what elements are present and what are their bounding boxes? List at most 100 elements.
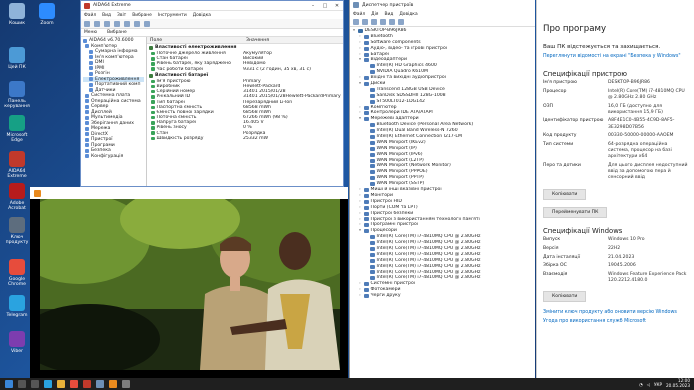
forward-icon[interactable]: [362, 19, 368, 25]
devmgr-menu-item[interactable]: Дія: [371, 12, 378, 17]
aida-menu-item[interactable]: Довідка: [193, 13, 211, 18]
properties-icon[interactable]: [371, 19, 377, 25]
spec-value: 16,0 ГБ (доступно для використання 15,9 …: [608, 103, 663, 115]
device-icon: [370, 235, 375, 240]
desktop-icon[interactable]: Zoom: [33, 3, 61, 26]
up-icon[interactable]: [104, 20, 110, 27]
explorer-taskbar-icon[interactable]: [57, 380, 65, 388]
desktop-icon[interactable]: Viber: [3, 331, 31, 354]
chart-icon[interactable]: [134, 20, 140, 27]
aida-tab[interactable]: Меню: [84, 30, 97, 35]
aida-menu-item[interactable]: Вибране: [132, 13, 152, 18]
back-icon[interactable]: [353, 19, 359, 25]
aida-tab[interactable]: Вибране: [107, 30, 127, 35]
rename-pc-button[interactable]: Перейменувати ПК: [543, 206, 608, 218]
device-icon: [364, 217, 369, 222]
settings-about-panel: Про програму Ваш ПК відстежується та зах…: [536, 0, 694, 378]
chevron-right-icon[interactable]: ›: [358, 293, 362, 299]
device-manager-window: Диспетчер пристроїв Файл Дія Вид Довідка ▾ D…: [349, 0, 535, 378]
desktop-icon[interactable]: Ключ продукту: [3, 217, 31, 245]
desktop-icon[interactable]: Google Chrome: [3, 259, 31, 287]
help-icon[interactable]: [380, 19, 386, 25]
chevron-down-icon[interactable]: ▾: [358, 81, 362, 87]
back-icon[interactable]: [84, 20, 90, 27]
clock[interactable]: 12:00 20.05.2023: [666, 379, 690, 388]
devmgr-toolbar: [350, 18, 535, 27]
wifi-icon[interactable]: ◔: [639, 382, 643, 387]
spec-key: ОЗП: [543, 103, 554, 109]
desktop-icon[interactable]: Кошик: [3, 3, 31, 26]
monitor-icon[interactable]: [398, 19, 404, 25]
spec-row: Збірка ОС 19045.2006: [543, 263, 688, 269]
desktop-icon[interactable]: Цей ПК: [3, 47, 31, 70]
refresh-icon[interactable]: [114, 20, 120, 27]
desktop-icon[interactable]: Adobe Acrobat: [3, 183, 31, 211]
devmgr-titlebar[interactable]: Диспетчер пристроїв: [350, 0, 535, 10]
copy-device-specs-button[interactable]: Копіювати: [543, 188, 587, 200]
tree-node-icon: [85, 121, 89, 126]
aida-titlebar[interactable]: AIDA64 Extreme – □ ✕: [81, 1, 343, 11]
aida-prop-row[interactable]: Швидкість розряду 25332 mW: [147, 136, 343, 141]
aida-menu-item[interactable]: Файл: [84, 13, 96, 18]
search-icon[interactable]: [18, 380, 26, 388]
tree-node-icon: [85, 99, 89, 104]
spec-row: Код продукту 00330-50000-00000-AAOEM: [543, 133, 688, 139]
scan-hardware-icon[interactable]: [389, 19, 395, 25]
chevron-down-icon[interactable]: ▾: [352, 28, 356, 34]
spec-key: Процесор: [543, 88, 567, 94]
close-icon[interactable]: ✕: [331, 3, 343, 9]
vlc-taskbar-icon[interactable]: [109, 380, 117, 388]
user-icon[interactable]: [124, 20, 130, 27]
chevron-down-icon[interactable]: ▾: [358, 228, 362, 234]
devmgr-taskbar-icon[interactable]: [96, 380, 104, 388]
chevron-down-icon[interactable]: ▾: [358, 57, 362, 63]
device-icon: [364, 105, 369, 110]
desktop-icon[interactable]: Панель керування: [3, 81, 31, 109]
aida-prop-row[interactable]: Час роботи батареї 9331 с (2 годин, 35 хв…: [147, 67, 343, 72]
copy-windows-specs-button[interactable]: Копіювати: [543, 291, 587, 303]
report-icon[interactable]: [144, 20, 150, 27]
minimize-icon[interactable]: –: [307, 3, 319, 9]
spec-value: Windows 10 Pro: [608, 237, 645, 243]
device-icon: [370, 270, 375, 275]
video-frame[interactable]: [40, 199, 340, 370]
start-icon[interactable]: [5, 380, 13, 388]
task-view-icon[interactable]: [31, 380, 39, 388]
spec-value: 19045.2006: [608, 263, 636, 269]
settings-taskbar-icon[interactable]: [122, 380, 130, 388]
spec-row: ОЗП 16,0 ГБ (доступно для використання 15…: [543, 104, 688, 116]
aida-taskbar-icon[interactable]: [83, 380, 91, 388]
change-key-link[interactable]: Змінити ключ продукту або оновити версію…: [543, 310, 688, 316]
device-icon: [364, 193, 369, 198]
chrome-taskbar-icon[interactable]: [70, 380, 78, 388]
aida-menubar: Файл Вид Звіт Вибране Інструменти Довідка: [81, 11, 343, 19]
chevron-down-icon[interactable]: ▾: [358, 116, 362, 122]
desktop-icon-label: AIDA64 Extreme: [7, 169, 27, 180]
aida-tree-item[interactable]: Конфігурація: [83, 154, 144, 160]
desktop-icon[interactable]: AIDA64 Extreme: [3, 151, 31, 179]
security-link[interactable]: Переглянути відомості на екрані "Безпека…: [543, 54, 688, 60]
language-indicator[interactable]: УКР: [654, 382, 662, 387]
devmgr-menu-item[interactable]: Файл: [353, 12, 365, 17]
forward-icon[interactable]: [94, 20, 100, 27]
devmgr-menu-item[interactable]: Вид: [384, 12, 393, 17]
tree-node-icon: [85, 126, 89, 131]
ms-services-link[interactable]: Угода про використання служб Microsoft: [543, 319, 688, 325]
aida-menu-item[interactable]: Звіт: [117, 13, 126, 18]
device-icon: [370, 246, 375, 251]
maximize-icon[interactable]: □: [319, 3, 331, 9]
desktop-icon-glyph: [9, 331, 25, 347]
video-titlebar[interactable]: [30, 187, 348, 199]
device-icon: [364, 199, 369, 204]
device-icon: [364, 111, 369, 116]
desktop-icon[interactable]: Microsoft Edge: [3, 115, 31, 143]
telegram-taskbar-icon[interactable]: [44, 380, 52, 388]
volume-icon[interactable]: ◁: [647, 382, 650, 387]
aida-menu-item[interactable]: Інструменти: [158, 13, 187, 18]
col-field[interactable]: Поле: [147, 37, 243, 43]
col-value[interactable]: Значення: [243, 37, 269, 43]
device-tree-item[interactable]: › Черги друку: [352, 293, 533, 299]
devmgr-menu-item[interactable]: Довідка: [399, 12, 417, 17]
desktop-icon[interactable]: Telegram: [3, 295, 31, 318]
aida-menu-item[interactable]: Вид: [102, 13, 111, 18]
